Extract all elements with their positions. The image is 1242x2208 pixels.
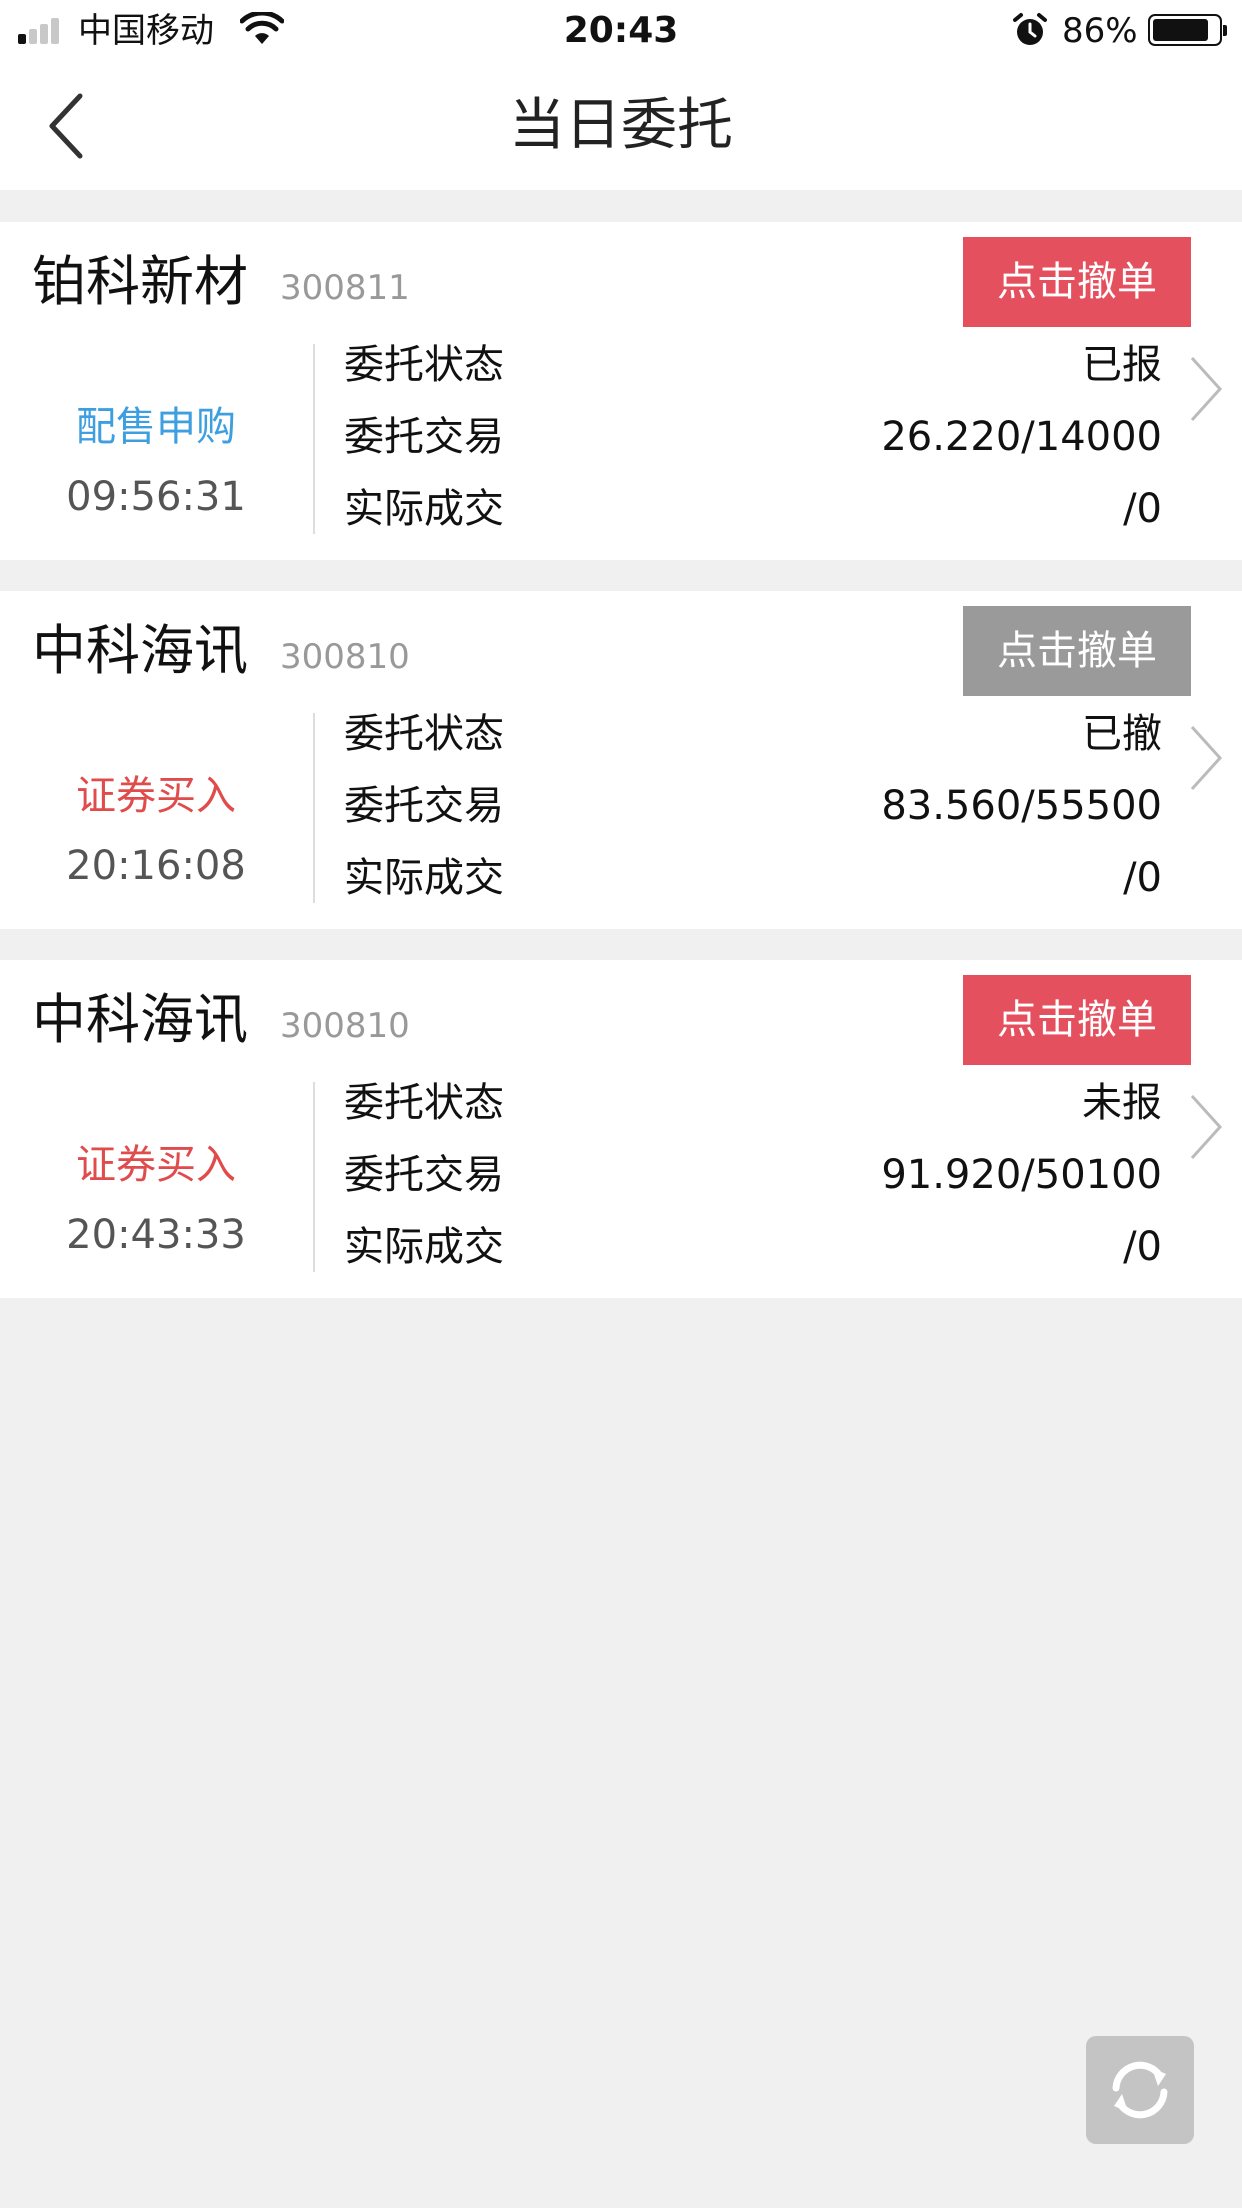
- chevron-right-icon[interactable]: [1188, 1092, 1224, 1162]
- field-value-filled: /0: [1123, 1224, 1162, 1270]
- cancel-order-button[interactable]: 点击撤单: [963, 237, 1191, 327]
- refresh-button[interactable]: [1086, 2036, 1194, 2144]
- order-time: 20:16:08: [66, 843, 246, 889]
- chevron-right-icon[interactable]: [1188, 723, 1224, 793]
- cancel-order-button[interactable]: 点击撤单: [963, 975, 1191, 1065]
- field-label-trade: 委托交易: [344, 783, 504, 829]
- field-value-filled: /0: [1123, 486, 1162, 532]
- order-card[interactable]: 中科海讯 300810 点击撤单 证券买入 20:16:08 委托状态 已撤 委…: [0, 591, 1242, 929]
- status-bar: 中国移动 20:43 86%: [0, 0, 1242, 62]
- order-type: 配售申购: [76, 404, 236, 450]
- status-time: 20:43: [563, 10, 679, 51]
- chevron-right-icon[interactable]: [1188, 354, 1224, 424]
- field-label-filled: 实际成交: [344, 855, 504, 901]
- divider: [313, 1082, 315, 1272]
- field-label-status: 委托状态: [344, 342, 504, 388]
- stock-code: 300811: [280, 268, 410, 308]
- field-label-trade: 委托交易: [344, 1152, 504, 1198]
- order-time: 09:56:31: [66, 474, 246, 520]
- stock-code: 300810: [280, 637, 410, 677]
- stock-name: 铂科新材: [32, 250, 248, 313]
- field-value-trade: 83.560/55500: [881, 783, 1162, 829]
- divider: [313, 344, 315, 534]
- page-title: 当日委托: [509, 93, 733, 158]
- field-value-status: 已撤: [1082, 711, 1162, 757]
- order-card[interactable]: 中科海讯 300810 点击撤单 证券买入 20:43:33 委托状态 未报 委…: [0, 960, 1242, 1298]
- cancel-order-button[interactable]: 点击撤单: [963, 606, 1191, 696]
- field-value-status: 未报: [1082, 1080, 1162, 1126]
- back-button[interactable]: [30, 86, 100, 166]
- battery-percent: 86%: [1062, 11, 1138, 51]
- stock-code: 300810: [280, 1006, 410, 1046]
- chevron-left-icon: [49, 93, 83, 159]
- field-value-status: 已报: [1082, 342, 1162, 388]
- battery-icon: [1148, 14, 1227, 46]
- field-label-status: 委托状态: [344, 711, 504, 757]
- field-value-trade: 91.920/50100: [881, 1152, 1162, 1198]
- order-type: 证券买入: [76, 1142, 236, 1188]
- field-label-status: 委托状态: [344, 1080, 504, 1126]
- alarm-icon: [1013, 13, 1047, 45]
- stock-name: 中科海讯: [32, 619, 248, 682]
- order-card[interactable]: 铂科新材 300811 点击撤单 配售申购 09:56:31 委托状态 已报 委…: [0, 222, 1242, 560]
- field-value-filled: /0: [1123, 855, 1162, 901]
- order-type: 证券买入: [76, 773, 236, 819]
- field-label-filled: 实际成交: [344, 486, 504, 532]
- field-value-trade: 26.220/14000: [881, 414, 1162, 460]
- stock-name: 中科海讯: [32, 988, 248, 1051]
- refresh-icon: [1112, 2061, 1168, 2119]
- divider: [313, 713, 315, 903]
- nav-bar: 当日委托: [0, 62, 1242, 190]
- order-time: 20:43:33: [66, 1212, 246, 1258]
- field-label-filled: 实际成交: [344, 1224, 504, 1270]
- field-label-trade: 委托交易: [344, 414, 504, 460]
